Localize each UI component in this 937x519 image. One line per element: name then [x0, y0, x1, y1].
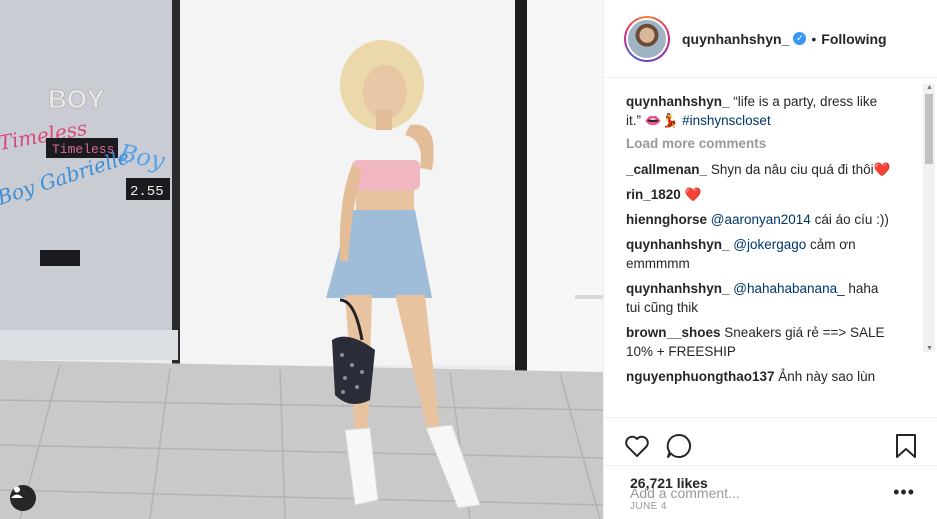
load-more-comments-button[interactable]: Load more comments — [626, 136, 915, 151]
caption: quynhanhshyn_ “life is a party, dress li… — [626, 92, 891, 130]
instagram-post-modal: BOY Timeless Timeless Boy Boy Gabrielle … — [0, 0, 937, 519]
scrollbar-thumb[interactable] — [925, 94, 933, 164]
avatar[interactable] — [624, 15, 670, 62]
comments-scrollbar[interactable]: ▲ ▼ — [923, 84, 935, 352]
caption-username[interactable]: quynhanhshyn_ — [626, 94, 730, 109]
add-comment-input[interactable]: Add a comment... — [630, 485, 893, 501]
comments-list[interactable]: quynhanhshyn_ “life is a party, dress li… — [604, 78, 937, 417]
more-options-button[interactable]: ••• — [893, 482, 915, 503]
comment-username[interactable]: _callmenan_ — [626, 162, 707, 177]
comment-text: Ảnh này sao lùn — [778, 369, 876, 384]
comment-text: Shyn da nâu ciu quá đi thôi❤️ — [710, 162, 891, 177]
post-side-panel: quynhanhshyn_ ✓ • Following quynhanhshyn… — [603, 0, 937, 519]
comment-text: cái áo cíu :)) — [814, 212, 889, 227]
comment-mention[interactable]: @jokergago — [733, 237, 806, 252]
tagged-users-button[interactable] — [10, 485, 36, 511]
post-header: quynhanhshyn_ ✓ • Following — [604, 0, 937, 78]
verified-badge-icon: ✓ — [793, 32, 807, 45]
comment-text: ❤️ — [684, 187, 702, 202]
add-comment-bar: Add a comment... ••• — [604, 465, 937, 519]
bookmark-icon[interactable] — [895, 433, 917, 459]
caption-hashtag[interactable]: #inshynscloset — [682, 113, 771, 128]
comment-item: quynhanhshyn_ @jokergago cảm ơn emmmmm — [626, 235, 891, 273]
comment-username[interactable]: brown__shoes — [626, 325, 721, 340]
header-separator: • — [811, 30, 817, 47]
price-sign-text: 2.55 — [130, 184, 164, 200]
comment-username[interactable]: hiennghorse — [626, 212, 707, 227]
scroll-down-arrow-icon[interactable]: ▼ — [926, 345, 933, 352]
post-photo[interactable]: BOY Timeless Timeless Boy Boy Gabrielle … — [0, 0, 603, 519]
scroll-up-arrow-icon[interactable]: ▲ — [926, 84, 933, 91]
comment-item: _callmenan_ Shyn da nâu ciu quá đi thôi❤… — [626, 160, 891, 179]
heart-icon[interactable] — [624, 434, 650, 458]
comment-mention[interactable]: @hahahabanana_ — [733, 281, 844, 296]
comment-item: rin_1820 ❤️ — [626, 185, 891, 204]
photo-illustration: BOY Timeless Timeless Boy Boy Gabrielle … — [0, 0, 603, 519]
comment-mention[interactable]: @aaronyan2014 — [711, 212, 811, 227]
comment-item: nguyenphuongthao137 Ảnh này sao lùn — [626, 367, 891, 386]
boy-sign-text: BOY — [48, 84, 104, 114]
comment-username[interactable]: nguyenphuongthao137 — [626, 369, 775, 384]
comment-username[interactable]: quynhanhshyn_ — [626, 281, 730, 296]
comment-username[interactable]: quynhanhshyn_ — [626, 237, 730, 252]
header-username[interactable]: quynhanhshyn_ — [682, 31, 789, 47]
comment-bubble-icon[interactable] — [666, 433, 692, 459]
comment-item: hiennghorse @aaronyan2014 cái áo cíu :)) — [626, 210, 891, 229]
person-tag-icon — [11, 486, 23, 498]
comment-item: brown__shoes Sneakers giá rẻ ==> SALE 10… — [626, 323, 891, 361]
comment-item: quynhanhshyn_ @hahahabanana_ haha tui cũ… — [626, 279, 891, 317]
comment-username[interactable]: rin_1820 — [626, 187, 681, 202]
following-button[interactable]: Following — [821, 31, 886, 47]
